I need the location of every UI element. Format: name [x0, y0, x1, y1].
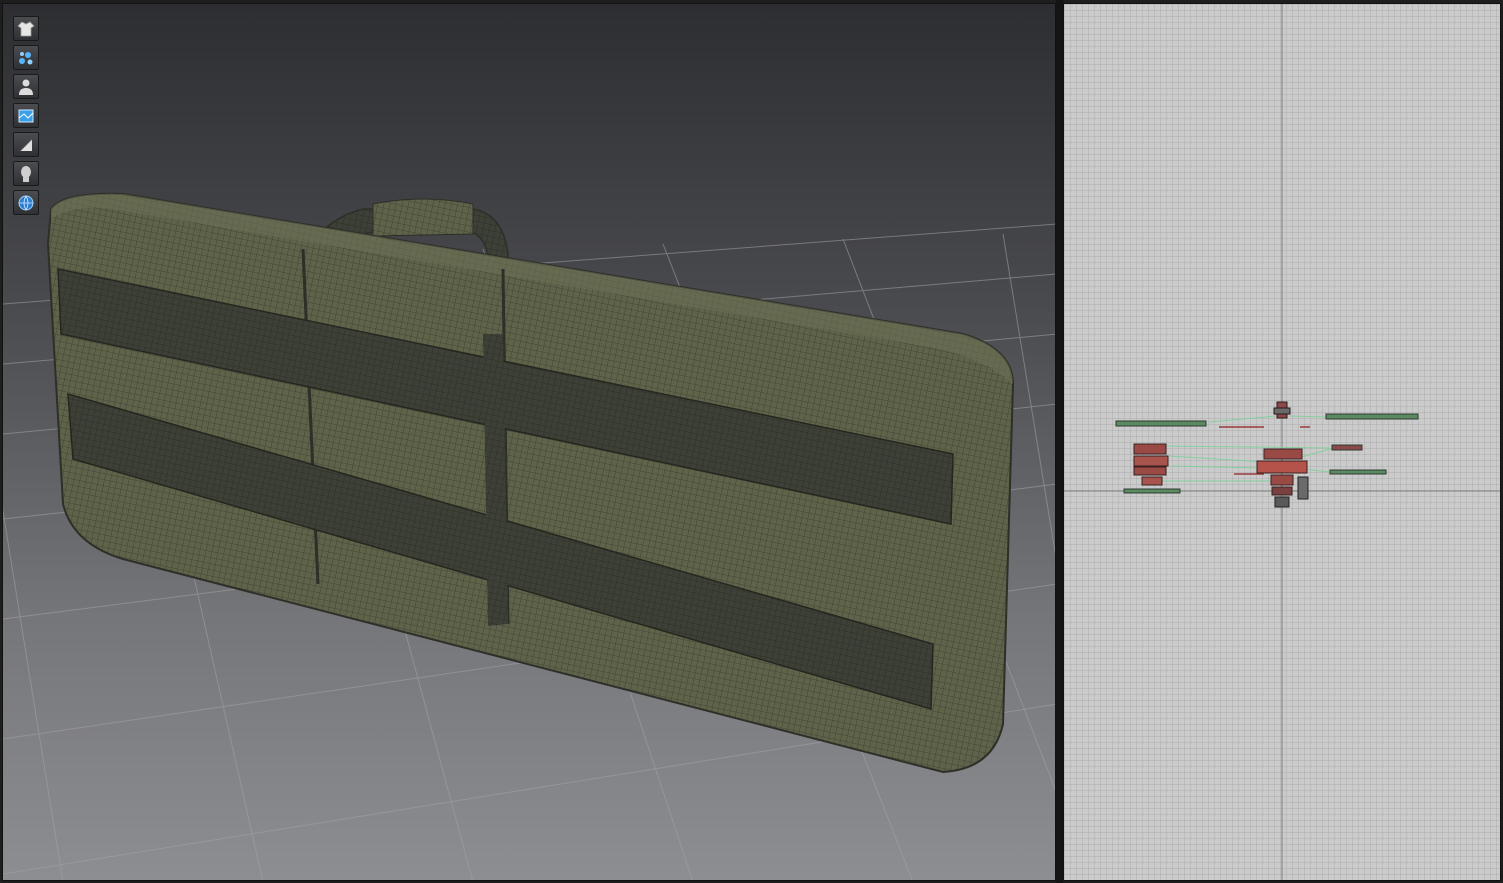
- pattern-piece: [1270, 474, 1294, 486]
- texture-tool-button[interactable]: [13, 103, 39, 128]
- pattern-piece: [1297, 476, 1309, 500]
- viewport-splitter[interactable]: [1056, 0, 1063, 883]
- environment-tool-button[interactable]: [13, 190, 39, 215]
- 2d-pattern-viewport[interactable]: [1063, 3, 1501, 881]
- pattern-piece: [1115, 420, 1207, 427]
- pattern-piece: [1331, 444, 1363, 451]
- pattern-piece: [1325, 413, 1419, 420]
- 2d-pattern-scene: [1064, 4, 1500, 880]
- avatar-silhouette-tool-button[interactable]: [13, 161, 39, 186]
- texture-icon: [18, 109, 34, 122]
- avatar-icon: [19, 79, 33, 95]
- avatar-tool-button[interactable]: [13, 74, 39, 99]
- pattern-piece: [1133, 466, 1167, 476]
- pattern-piece: [1263, 448, 1303, 460]
- pattern-piece: [1141, 476, 1163, 486]
- particles-tool-button[interactable]: [13, 45, 39, 70]
- avatar-silhouette-icon: [21, 165, 31, 182]
- garment-icon: [17, 21, 35, 36]
- pattern-piece: [1256, 460, 1308, 474]
- garment-tool-button[interactable]: [13, 16, 39, 41]
- pattern-piece: [1329, 469, 1387, 475]
- pattern-piece: [1274, 496, 1290, 508]
- 3d-scene: [3, 192, 1055, 880]
- fabric-tool-button[interactable]: [13, 132, 39, 157]
- garment-bag-model: [46, 192, 1015, 774]
- 3d-viewport[interactable]: [2, 3, 1056, 881]
- fabric-icon: [19, 138, 33, 151]
- particles-icon: [19, 51, 33, 64]
- pattern-piece: [1271, 486, 1293, 496]
- environment-icon: [18, 195, 34, 211]
- viewport-toolbar: [13, 16, 41, 215]
- pattern-piece: [1133, 455, 1169, 467]
- pattern-piece: [1273, 407, 1291, 415]
- pattern-piece: [1133, 443, 1167, 455]
- pattern-piece: [1123, 488, 1181, 494]
